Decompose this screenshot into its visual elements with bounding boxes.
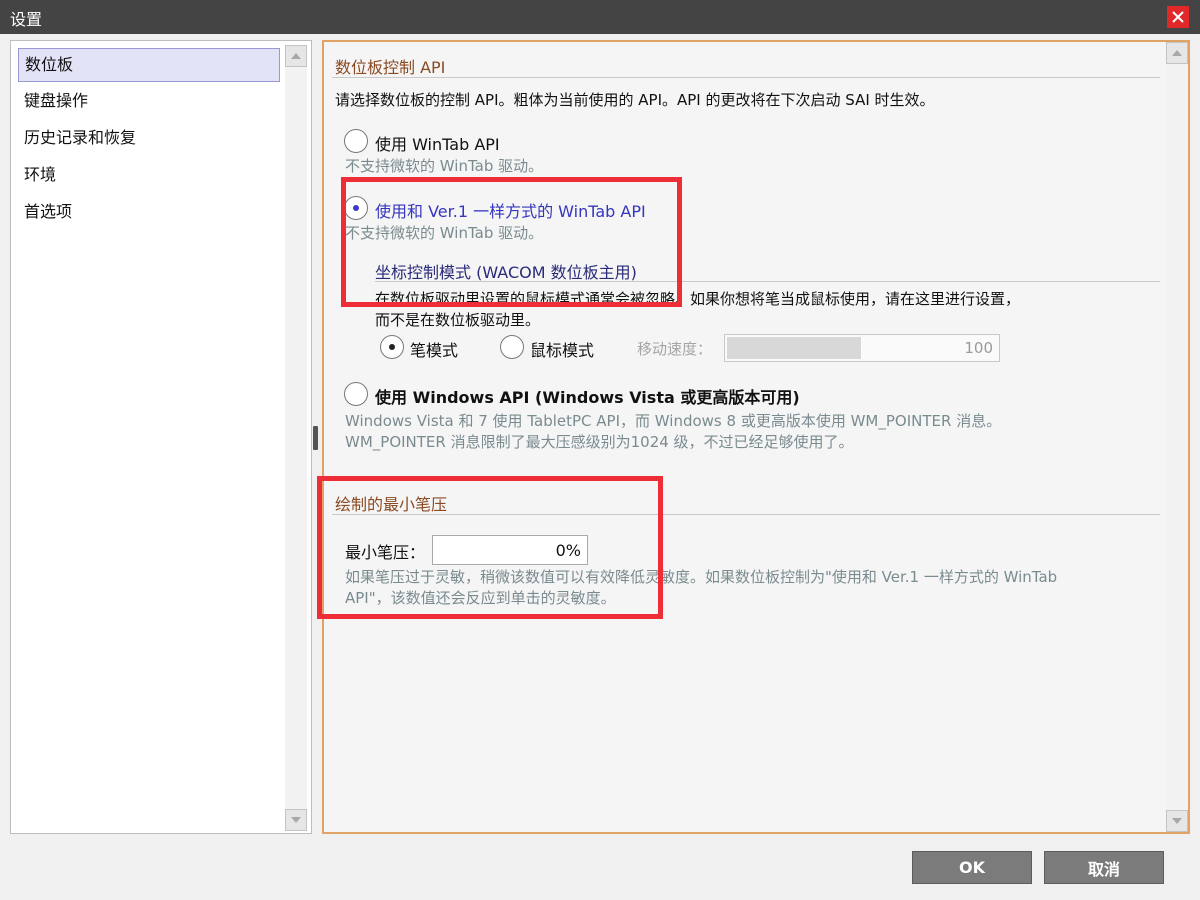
- move-speed-slider-fill: [727, 337, 861, 359]
- content-scroll-down-button[interactable]: [1166, 810, 1188, 832]
- arrow-up-icon: [1172, 50, 1182, 56]
- content-scrollbar[interactable]: [1166, 42, 1188, 832]
- tablet-settings-panel: 数位板控制 API 请选择数位板的控制 API。粗体为当前使用的 API。API…: [322, 40, 1190, 834]
- radio-mouse-mode[interactable]: [500, 335, 524, 359]
- radio-pen-mode[interactable]: [380, 335, 404, 359]
- sidebar-item-preferences[interactable]: 首选项: [18, 196, 280, 230]
- radio-windows-api[interactable]: [344, 382, 368, 406]
- radio-mouse-mode-label[interactable]: 鼠标模式: [530, 337, 594, 361]
- sidebar-scrollbar[interactable]: [285, 45, 307, 831]
- sidebar-item-tablet[interactable]: 数位板: [18, 48, 280, 82]
- splitter-handle[interactable]: [313, 426, 318, 450]
- sidebar-item-keyboard[interactable]: 键盘操作: [18, 85, 280, 119]
- arrow-up-icon: [291, 53, 301, 59]
- tablet-api-description: 请选择数位板的控制 API。粗体为当前使用的 API。API 的更改将在下次启动…: [335, 91, 935, 109]
- highlight-box-ver1-option: [341, 177, 682, 307]
- windows-api-note-1: Windows Vista 和 7 使用 TabletPC API，而 Wind…: [345, 412, 1002, 430]
- content-scroll-up-button[interactable]: [1166, 42, 1188, 64]
- coordinate-mode-description-2: 而不是在数位板驱动里。: [375, 311, 541, 329]
- cancel-button[interactable]: 取消: [1044, 851, 1164, 884]
- sidebar-scroll-up-button[interactable]: [285, 45, 307, 67]
- windows-api-note-2: WM_POINTER 消息限制了最大压感级别为1024 级，不过已经足够使用了。: [345, 433, 854, 451]
- close-icon: [1172, 11, 1184, 23]
- move-speed-label: 移动速度：: [637, 340, 713, 358]
- radio-windows-api-label[interactable]: 使用 Windows API (Windows Vista 或更高版本可用): [375, 384, 800, 408]
- radio-pen-mode-label[interactable]: 笔模式: [410, 337, 458, 361]
- highlight-box-min-pressure: [317, 476, 663, 619]
- window-title: 设置: [10, 10, 43, 29]
- sidebar-item-history[interactable]: 历史记录和恢复: [18, 122, 280, 156]
- move-speed-value: 100: [964, 339, 993, 357]
- section-divider: [332, 77, 1160, 78]
- section-title-tablet-api: 数位板控制 API: [335, 58, 446, 77]
- wintab-api-note: 不支持微软的 WinTab 驱动。: [345, 157, 544, 175]
- move-speed-slider[interactable]: 100: [724, 334, 1000, 362]
- radio-wintab-api-label[interactable]: 使用 WinTab API: [375, 131, 500, 155]
- sidebar-item-environment[interactable]: 环境: [18, 159, 280, 193]
- sidebar-scroll-down-button[interactable]: [285, 809, 307, 831]
- radio-selected-dot: [389, 344, 395, 350]
- title-bar: 设置: [0, 0, 1200, 34]
- close-button[interactable]: [1167, 6, 1189, 28]
- settings-category-list: 数位板 键盘操作 历史记录和恢复 环境 首选项: [10, 40, 312, 834]
- ok-button[interactable]: OK: [912, 851, 1032, 884]
- radio-wintab-api[interactable]: [344, 129, 368, 153]
- arrow-down-icon: [291, 817, 301, 823]
- arrow-down-icon: [1172, 818, 1182, 824]
